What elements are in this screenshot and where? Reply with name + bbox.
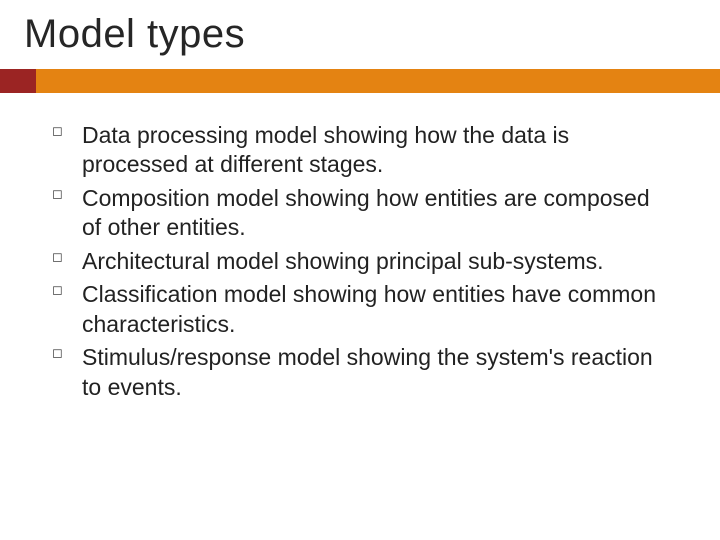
list-item: Composition model showing how entities a…	[48, 184, 670, 243]
slide-title: Model types	[0, 0, 720, 69]
list-item-text: Classification model showing how entitie…	[82, 281, 656, 336]
accent-bar	[0, 69, 720, 93]
list-item-text: Architectural model showing principal su…	[82, 248, 604, 274]
accent-bar-right	[36, 69, 720, 93]
list-item: Architectural model showing principal su…	[48, 247, 670, 276]
list-item-text: Data processing model showing how the da…	[82, 122, 569, 177]
slide: Model types Data processing model showin…	[0, 0, 720, 540]
accent-bar-left	[0, 69, 36, 93]
list-item: Classification model showing how entitie…	[48, 280, 670, 339]
content-area: Data processing model showing how the da…	[0, 93, 720, 402]
list-item: Data processing model showing how the da…	[48, 121, 670, 180]
bullet-list: Data processing model showing how the da…	[48, 121, 670, 402]
list-item-text: Stimulus/response model showing the syst…	[82, 344, 653, 399]
list-item: Stimulus/response model showing the syst…	[48, 343, 670, 402]
list-item-text: Composition model showing how entities a…	[82, 185, 650, 240]
